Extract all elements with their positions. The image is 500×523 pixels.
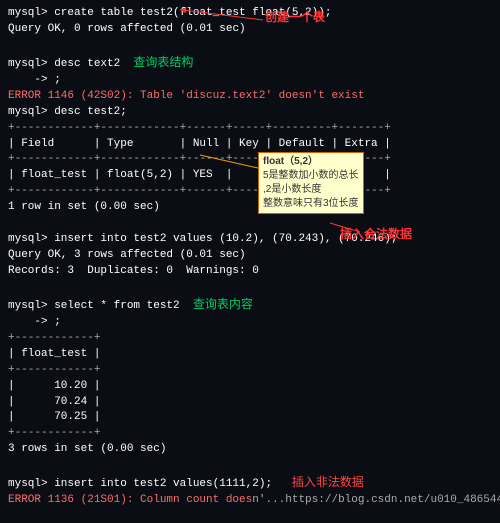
line-8: +------------+------------+------+-----+… bbox=[8, 121, 492, 137]
line-12: +------------+------------+------+-----+… bbox=[8, 184, 492, 200]
line-13: 1 row in set (0.00 sec) bbox=[8, 200, 492, 216]
line-3 bbox=[8, 38, 492, 54]
line-18 bbox=[8, 280, 492, 296]
line-4: mysql> desc text2 查询表结构 bbox=[8, 54, 492, 73]
line-19: mysql> select * from test2 查询表内容 bbox=[8, 296, 492, 315]
line-31: ERROR 1136 (21S01): Column count doesn'.… bbox=[8, 493, 492, 509]
line-15: mysql> insert into test2 values (10.2), … bbox=[8, 232, 492, 248]
terminal: mysql> create table test2(float_test flo… bbox=[0, 0, 500, 523]
line-9: | Field | Type | Null | Key | Default | … bbox=[8, 137, 492, 153]
line-14 bbox=[8, 216, 492, 232]
line-10: +------------+------------+------+-----+… bbox=[8, 152, 492, 168]
line-27: +------------+ bbox=[8, 426, 492, 442]
line-21: +------------+ bbox=[8, 331, 492, 347]
line-26: | 70.25 | bbox=[8, 410, 492, 426]
line-24: | 10.20 | bbox=[8, 379, 492, 395]
line-17: Records: 3 Duplicates: 0 Warnings: 0 bbox=[8, 264, 492, 280]
line-30: mysql> insert into test2 values(1111,2);… bbox=[8, 474, 492, 493]
line-11: | float_test | float(5,2) | YES | | NULL… bbox=[8, 168, 492, 184]
line-28: 3 rows in set (0.00 sec) bbox=[8, 442, 492, 458]
line-7: mysql> desc test2; bbox=[8, 105, 492, 121]
line-25: | 70.24 | bbox=[8, 395, 492, 411]
line-22: | float_test | bbox=[8, 347, 492, 363]
line-2: Query OK, 0 rows affected (0.01 sec) bbox=[8, 22, 492, 38]
line-5: -> ; bbox=[8, 73, 492, 89]
line-16: Query OK, 3 rows affected (0.01 sec) bbox=[8, 248, 492, 264]
line-6: ERROR 1146 (42S02): Table 'discuz.text2'… bbox=[8, 89, 492, 105]
line-1: mysql> create table test2(float_test flo… bbox=[8, 6, 492, 22]
line-29 bbox=[8, 458, 492, 474]
line-20: -> ; bbox=[8, 315, 492, 331]
line-23: +------------+ bbox=[8, 363, 492, 379]
